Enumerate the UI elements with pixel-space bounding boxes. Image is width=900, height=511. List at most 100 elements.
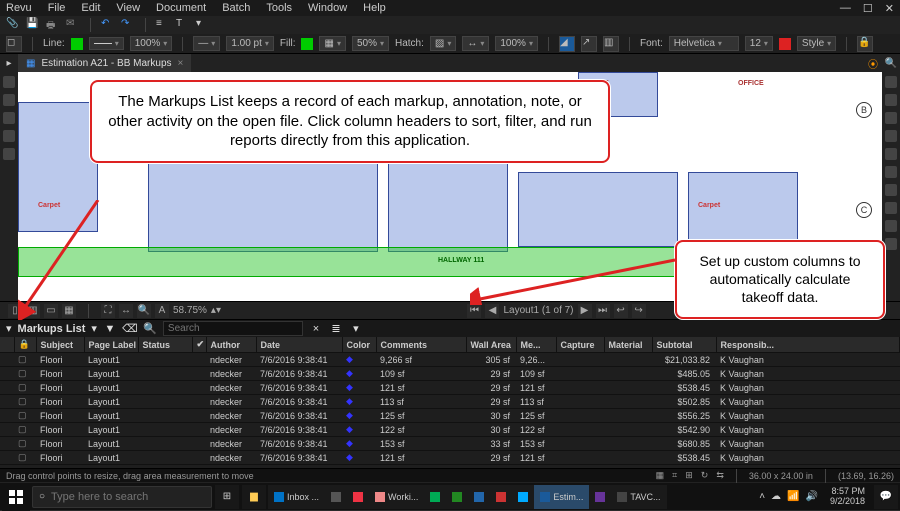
hatch-scale-dropdown[interactable]: ↔ (462, 36, 489, 51)
rail-thumbnails-icon[interactable] (3, 76, 15, 88)
taskbar-app[interactable]: Worki... (369, 485, 424, 509)
list-view-arrow-icon[interactable]: ▾ (349, 322, 363, 336)
fill-opacity-dropdown[interactable]: 50% (352, 36, 389, 51)
rail-stamps-icon[interactable] (885, 148, 897, 160)
taskbar-app[interactable]: Inbox ... (268, 485, 325, 509)
fit-width-icon[interactable]: ↔ (119, 304, 133, 318)
taskbar-app[interactable] (490, 485, 512, 509)
col-wall[interactable]: Wall Area (466, 337, 516, 353)
table-row[interactable]: ▢FlooriLayout1ndecker7/6/2016 9:38:41◆24… (0, 465, 900, 469)
last-page-icon[interactable]: ⏭ (596, 304, 610, 318)
tray-wifi-icon[interactable]: 📶 (787, 491, 799, 502)
markups-search-input[interactable] (163, 321, 303, 336)
table-row[interactable]: ▢FlooriLayout1ndecker7/6/2016 9:38:41◆9,… (0, 353, 900, 367)
tray-sound-icon[interactable]: 🔊 (806, 491, 818, 502)
redo-icon[interactable]: ↷ (121, 18, 135, 32)
task-view-icon[interactable]: ⊞ (215, 485, 239, 509)
menu-tools[interactable]: Tools (266, 2, 292, 14)
table-row[interactable]: ▢FlooriLayout1ndecker7/6/2016 9:38:41◆12… (0, 451, 900, 465)
col-measure[interactable]: Me... (516, 337, 556, 353)
print-icon[interactable]: 🖶 (46, 18, 60, 32)
fill-style-dropdown[interactable]: ▦ (319, 36, 345, 51)
menu-help[interactable]: Help (363, 2, 386, 14)
attach-icon[interactable]: 📎 (6, 18, 20, 32)
table-row[interactable]: ▢FlooriLayout1ndecker7/6/2016 9:38:41◆11… (0, 395, 900, 409)
col-capture[interactable]: Capture (556, 337, 604, 353)
taskbar-app[interactable] (325, 485, 347, 509)
status-reuse-icon[interactable]: ↻ (701, 470, 709, 481)
menu-window[interactable]: Window (308, 2, 347, 14)
rail-more-icon[interactable] (885, 184, 897, 196)
col-color[interactable]: Color (342, 337, 376, 353)
menu-revu[interactable]: Revu (6, 2, 32, 14)
fit-page-icon[interactable]: ⛶ (101, 304, 115, 318)
taskbar-app[interactable] (424, 485, 446, 509)
panel-collapse-icon[interactable]: ▾ (6, 322, 12, 335)
menu-file[interactable]: File (48, 2, 66, 14)
next-page-icon[interactable]: ▶ (578, 304, 592, 318)
search-panel-icon[interactable]: 🔍 (882, 58, 900, 69)
line-color-swatch[interactable] (71, 38, 83, 50)
alert-icon[interactable]: ⦿ (864, 56, 882, 71)
line-style-dropdown[interactable] (89, 37, 124, 50)
taskbar-app[interactable]: TAVC... (611, 485, 666, 509)
notifications-icon[interactable]: 💬 (874, 485, 898, 509)
rail-layers-icon[interactable] (3, 130, 15, 142)
page-grid-icon[interactable]: ▦ (62, 304, 76, 318)
panel-toggle-icon[interactable]: ▸ (0, 58, 18, 69)
nav-back-icon[interactable]: ↩ (614, 304, 628, 318)
menu-edit[interactable]: Edit (81, 2, 100, 14)
clear-search-icon[interactable]: × (309, 322, 323, 336)
taskbar-app[interactable] (512, 485, 534, 509)
table-row[interactable]: ▢FlooriLayout1ndecker7/6/2016 9:38:41◆10… (0, 367, 900, 381)
rail-bookmarks-icon[interactable] (3, 94, 15, 106)
col-subtotal[interactable]: Subtotal (652, 337, 716, 353)
page-cont-icon[interactable]: ▥ (26, 304, 40, 318)
font-size-dropdown[interactable]: 12 (745, 36, 773, 51)
window-maximize-icon[interactable]: ☐ (863, 2, 873, 15)
table-row[interactable]: ▢FlooriLayout1ndecker7/6/2016 9:38:41◆12… (0, 409, 900, 423)
fill-color-swatch[interactable] (301, 38, 313, 50)
start-button[interactable] (2, 483, 30, 511)
table-row[interactable]: ▢FlooriLayout1ndecker7/6/2016 9:38:41◆15… (0, 437, 900, 451)
save-icon[interactable]: 💾 (26, 18, 40, 32)
prev-page-icon[interactable]: ◀ (485, 304, 499, 318)
filter-icon[interactable]: ▼ (103, 322, 117, 336)
line-width-dropdown[interactable]: 1.00 pt (226, 36, 274, 51)
first-page-icon[interactable]: ⏮ (467, 304, 481, 318)
col-comments[interactable]: Comments (376, 337, 466, 353)
col-page[interactable]: Page Label (84, 337, 138, 353)
lock-icon[interactable]: 🔒 (857, 36, 873, 52)
page-single-icon[interactable]: ▯ (8, 304, 22, 318)
col-subject[interactable]: Subject (36, 337, 84, 353)
hatch-style-dropdown[interactable]: ▨ (430, 36, 456, 51)
rail-measure-icon[interactable] (885, 112, 897, 124)
taskbar-search-input[interactable] (51, 491, 205, 503)
col-resp[interactable]: Responsib... (716, 337, 900, 353)
close-tab-icon[interactable]: × (178, 58, 184, 69)
search-icon[interactable]: 🔍 (143, 322, 157, 336)
taskbar-app[interactable]: Estim... (534, 485, 589, 509)
taskbar-app[interactable] (446, 485, 468, 509)
col-status[interactable]: Status (138, 337, 192, 353)
markups-title-arrow[interactable]: ▾ (91, 322, 97, 335)
status-sync-icon[interactable]: ⇆ (716, 470, 724, 481)
menu-view[interactable]: View (116, 2, 140, 14)
col-author[interactable]: Author (206, 337, 256, 353)
tray-cloud-icon[interactable]: ☁ (771, 491, 781, 502)
rail-more2-icon[interactable] (885, 202, 897, 214)
undo-icon[interactable]: ↶ (101, 18, 115, 32)
text-format-icon[interactable]: T (176, 18, 190, 32)
font-color-swatch[interactable] (779, 38, 791, 50)
window-close-icon[interactable]: ✕ (885, 2, 894, 15)
rail-shapes-icon[interactable] (885, 130, 897, 142)
system-tray[interactable]: ˄ ☁ 📶 🔊 (755, 491, 822, 502)
list-view-icon[interactable]: ≣ (329, 322, 343, 336)
rail-tools-icon[interactable] (885, 94, 897, 106)
mail-icon[interactable]: ✉ (66, 18, 80, 32)
rail-more4-icon[interactable] (885, 238, 897, 250)
line-end-dropdown[interactable]: — (193, 36, 220, 51)
zoom-dropdown[interactable]: 58.75% (173, 305, 207, 316)
zoom-out-icon[interactable]: A (155, 304, 169, 318)
nav-fwd-icon[interactable]: ↪ (632, 304, 646, 318)
